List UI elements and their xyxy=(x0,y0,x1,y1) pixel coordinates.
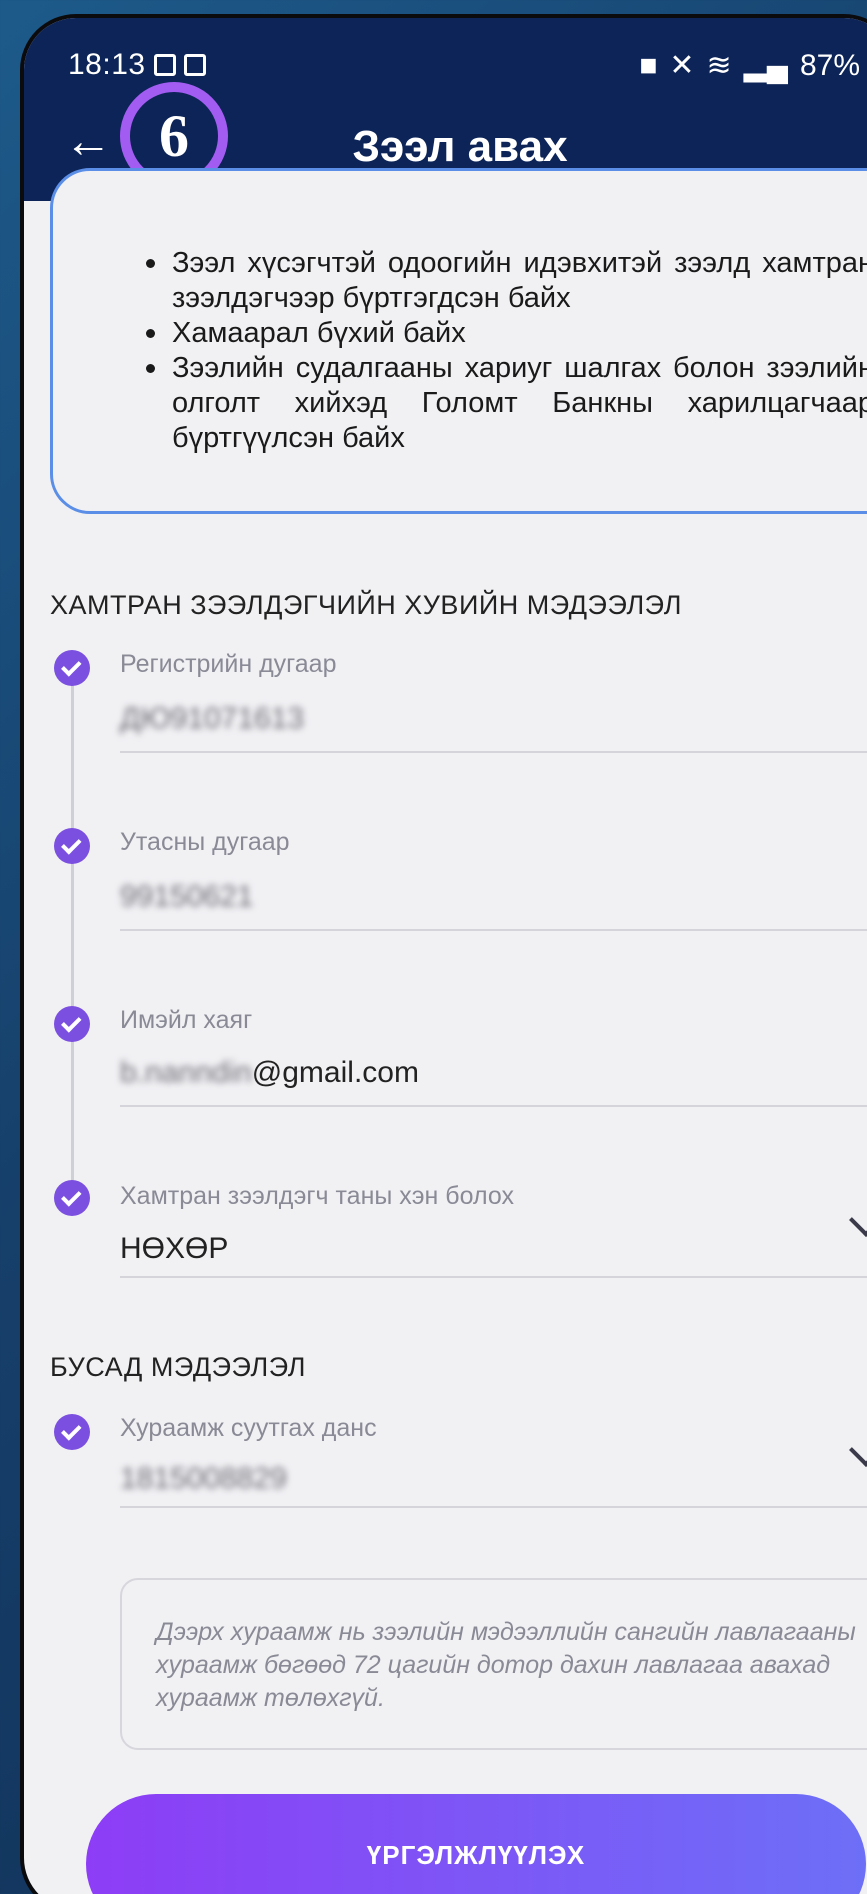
chevron-down-icon[interactable] xyxy=(849,1203,867,1237)
phone-frame: 18:13 ■ ✕ ≋ ▂▄ 87% ← Зээл авах 6 Зээл хү… xyxy=(20,14,867,1894)
app-screen: 18:13 ■ ✕ ≋ ▂▄ 87% ← Зээл авах 6 Зээл хү… xyxy=(24,18,867,1894)
status-bar-right: ■ ✕ ≋ ▂▄ 87% xyxy=(639,48,867,83)
battery-percent: 87% xyxy=(799,48,860,82)
register-input[interactable]: ДЮ91071613 xyxy=(120,702,304,736)
email-label: Имэйл хаяг xyxy=(120,1006,253,1034)
account-label: Хураамж суутгах данс xyxy=(120,1414,377,1442)
timeline-line xyxy=(71,666,74,1196)
email-underline xyxy=(120,1105,867,1107)
wifi-icon: ≋ xyxy=(706,49,732,82)
check-icon xyxy=(54,1180,90,1216)
continue-button[interactable]: ҮРГЭЛЖЛҮҮЛЭХ xyxy=(86,1794,866,1894)
account-select[interactable]: 1815008829 xyxy=(120,1462,287,1496)
fee-note: Дээрх хураамж нь зээлийн мэдээллийн санг… xyxy=(120,1578,867,1750)
account-underline xyxy=(120,1506,867,1508)
requirement-item: Зээлийн судалгааны хариуг шалгах болон з… xyxy=(144,351,867,456)
gallery-icon xyxy=(153,54,176,76)
signal-icon: ▂▄ xyxy=(743,49,788,82)
phone-label: Утасны дугаар xyxy=(120,828,290,856)
requirement-item: Хамаарал бүхий байх xyxy=(144,316,867,351)
lock-icon: ■ xyxy=(639,48,658,82)
relation-label: Хамтран зээлдэгч таны хэн болох xyxy=(120,1182,514,1210)
email-input[interactable]: b.nanndin@gmail.com xyxy=(120,1056,419,1090)
relation-select[interactable]: НӨХӨР xyxy=(120,1232,228,1266)
phone-input[interactable]: 99150621 xyxy=(120,880,253,914)
check-icon xyxy=(54,650,90,686)
register-underline xyxy=(120,751,867,753)
phone-underline xyxy=(120,929,867,931)
requirements-list: Зээл хүсэгчтэй одоогийн идэвхитэй зээлд … xyxy=(144,246,867,456)
chevron-down-icon[interactable] xyxy=(849,1433,867,1467)
register-label: Регистрийн дугаар xyxy=(120,650,337,678)
status-time: 18:13 xyxy=(68,48,146,81)
relation-underline xyxy=(120,1276,867,1278)
check-icon xyxy=(54,828,90,864)
requirement-item: Зээл хүсэгчтэй одоогийн идэвхитэй зээлд … xyxy=(144,246,867,316)
calendar-icon xyxy=(183,54,206,76)
co-borrower-section-title: ХАМТРАН ЗЭЭЛДЭГЧИЙН ХУВИЙН МЭДЭЭЛЭЛ xyxy=(50,590,682,620)
other-section-title: БУСАД МЭДЭЭЛЭЛ xyxy=(50,1352,306,1382)
email-hidden-part: b.nanndin xyxy=(120,1056,252,1089)
email-domain: @gmail.com xyxy=(251,1056,419,1089)
mute-icon: ✕ xyxy=(669,49,695,82)
status-bar-left: 18:13 xyxy=(68,48,206,82)
check-icon xyxy=(54,1006,90,1042)
check-icon xyxy=(54,1414,90,1450)
